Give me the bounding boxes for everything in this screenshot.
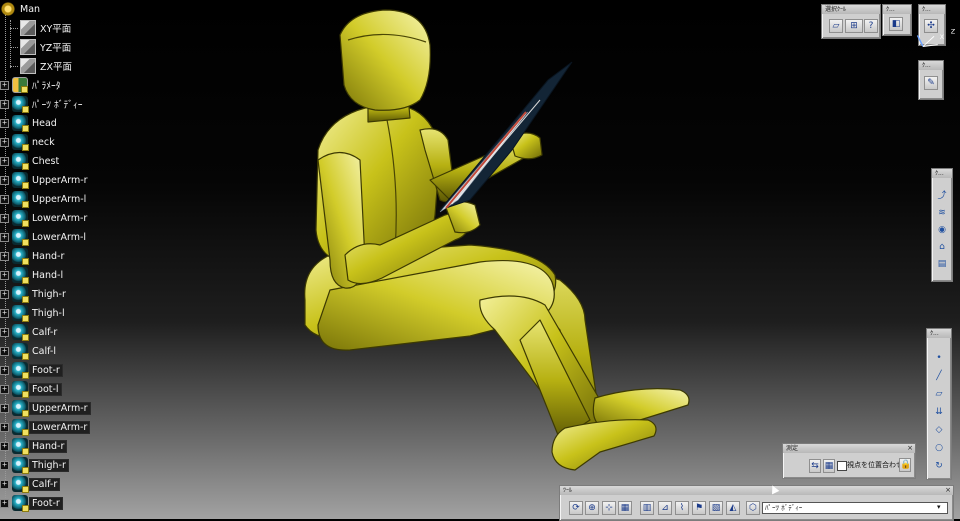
toolbar-title: ｸ... — [927, 329, 951, 338]
update-icon[interactable]: ⟳ — [569, 501, 583, 515]
toolbar-title: ｸ... — [932, 169, 952, 178]
rotate-icon[interactable]: ↻ — [932, 459, 946, 473]
compass-axis-x: X — [940, 33, 945, 41]
toolbar-title: 測定 — [786, 445, 799, 452]
select-icon[interactable]: ▱ — [829, 19, 843, 33]
analysis-icon[interactable]: ⊿ — [658, 501, 672, 515]
compass-triad[interactable]: X Z — [912, 28, 958, 52]
shaft-icon[interactable]: ≋ — [935, 206, 949, 220]
select-toolbar: 選択ｸｰﾙ ▱ ⊞ ? — [821, 4, 881, 39]
mannequin-model[interactable] — [304, 9, 690, 471]
constraint-icon[interactable]: ⚑ — [692, 501, 706, 515]
line-icon[interactable]: ╱ — [932, 369, 946, 383]
point-icon[interactable]: • — [932, 351, 946, 365]
grid-icon[interactable]: ⊹ — [602, 501, 616, 515]
chart-icon[interactable]: ▧ — [709, 501, 723, 515]
vertical-toolbar-a: ｸ... ⤴ ≋ ◉ ⌂ ▤ — [931, 168, 953, 282]
snap-icon[interactable]: ▦ — [618, 501, 632, 515]
hole-icon[interactable]: ◉ — [935, 223, 949, 237]
dropdown-icon[interactable]: ▾ — [937, 503, 941, 511]
toolbar-title: ｸ... — [919, 61, 943, 70]
measure-item-icon[interactable]: ▦ — [823, 459, 835, 473]
select-mode-icon[interactable]: ⊞ — [845, 19, 863, 33]
small-toolbar-c: ｸ... ✎ — [918, 60, 944, 100]
toolbar-title: ｸ... — [883, 5, 911, 14]
help-icon[interactable]: ? — [864, 19, 878, 33]
publication-icon[interactable]: ▥ — [640, 501, 654, 515]
catalog-icon[interactable]: ⌇ — [675, 501, 689, 515]
vertical-toolbar-b: ｸ... • ╱ ▱ ⇊ ◇ ○ ↻ — [926, 328, 952, 480]
3d-viewport[interactable] — [0, 0, 960, 519]
current-body-select[interactable]: ﾊﾟｰﾂ ﾎﾞﾃﾞｨｰ — [762, 502, 948, 514]
align-view-label: 視点を位置合わせ — [847, 461, 903, 469]
pad-icon[interactable]: ⤴ — [935, 189, 949, 203]
small-toolbar-a: ｸ... ◧ — [882, 4, 912, 36]
rib-icon[interactable]: ⌂ — [935, 240, 949, 254]
toolbar-title: 選択ｸｰﾙ — [822, 5, 880, 14]
circle-icon[interactable]: ○ — [932, 441, 946, 455]
compass-axis-z: Z — [951, 28, 956, 36]
axis-system-icon[interactable]: ⊕ — [585, 501, 599, 515]
align-view-checkbox[interactable] — [837, 461, 847, 471]
loft-icon[interactable]: ▤ — [935, 257, 949, 271]
measure-icon[interactable]: ⇆ — [809, 459, 821, 473]
swap-visible-icon[interactable]: ◧ — [889, 17, 903, 31]
lock-icon[interactable]: 🔒 — [899, 458, 911, 472]
measure-between-icon[interactable]: ◭ — [726, 501, 740, 515]
body-icon[interactable]: ⬡ — [746, 501, 760, 515]
plane-create-icon[interactable]: ▱ — [932, 387, 946, 401]
tools-toolbar: ﾂｰﾙ × ⟳ ⊕ ⊹ ▦ ▥ ⊿ ⌇ ⚑ ▧ ◭ ⬡ ﾊﾟｰﾂ ﾎﾞﾃﾞｨｰ … — [559, 485, 954, 521]
document-model[interactable] — [438, 61, 573, 213]
intersect-icon[interactable]: ◇ — [932, 423, 946, 437]
sketch-icon[interactable]: ✎ — [924, 76, 938, 90]
measure-toolbar: 測定 × ⇆ ▦ 視点を位置合わせ 🔒 — [782, 443, 916, 479]
project-icon[interactable]: ⇊ — [932, 405, 946, 419]
toolbar-title: ｸ... — [919, 5, 945, 14]
toolbar-title: ﾂｰﾙ — [563, 487, 573, 494]
close-icon[interactable]: × — [945, 486, 951, 495]
close-icon[interactable]: × — [907, 444, 913, 453]
